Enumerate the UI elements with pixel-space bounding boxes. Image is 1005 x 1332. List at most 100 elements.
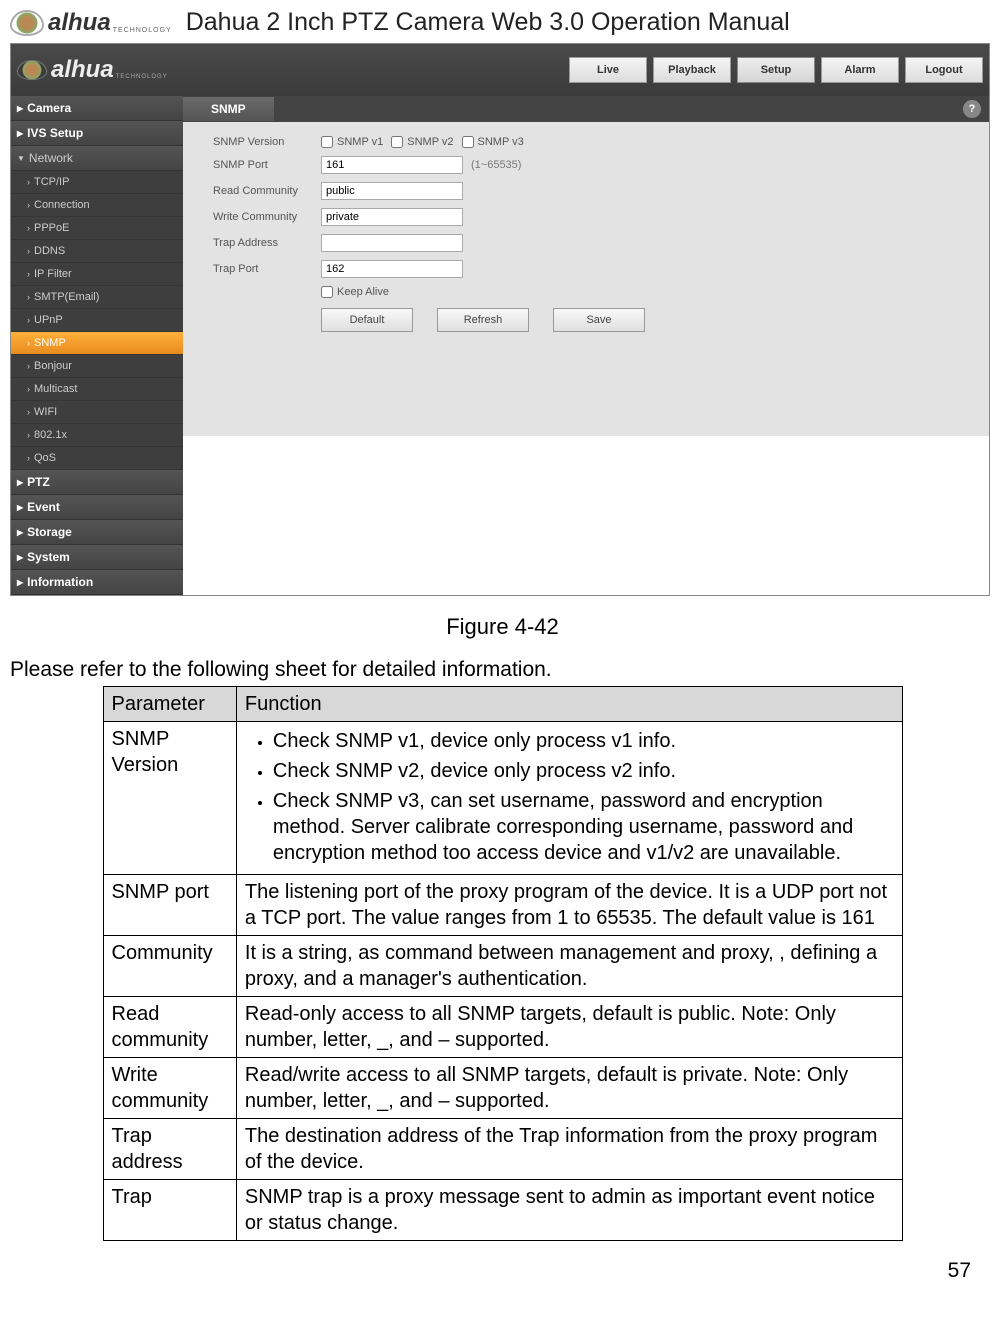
- sidebar-item-qos[interactable]: ›QoS: [11, 447, 183, 470]
- tab-live[interactable]: Live: [569, 57, 647, 83]
- triangle-icon: ▶: [17, 528, 23, 537]
- tab-setup[interactable]: Setup: [737, 57, 815, 83]
- triangle-icon: ▶: [17, 478, 23, 487]
- snmp-port-label: SNMP Port: [213, 159, 321, 171]
- port-hint: (1~65535): [471, 159, 521, 171]
- sidebar-cat-information[interactable]: ▶Information: [11, 570, 183, 595]
- chevron-right-icon: ›: [27, 200, 30, 210]
- table-cell: The destination address of the Trap info…: [236, 1119, 902, 1180]
- triangle-icon: ▶: [17, 129, 23, 138]
- triangle-icon: ▶: [17, 104, 23, 113]
- table-cell: Community: [103, 936, 236, 997]
- panel-titlebar: SNMP: [183, 96, 989, 122]
- sidebar-item-ddns[interactable]: ›DDNS: [11, 240, 183, 263]
- trap-port-label: Trap Port: [213, 263, 321, 275]
- brand-logo: alhua TECHNOLOGY: [10, 9, 172, 37]
- sidebar-cat-network[interactable]: ▼Network: [11, 146, 183, 171]
- brand-subtext: TECHNOLOGY: [113, 27, 172, 34]
- sidebar-item-connection[interactable]: ›Connection: [11, 194, 183, 217]
- refresh-button[interactable]: Refresh: [437, 308, 529, 332]
- sidebar-item-smtp[interactable]: ›SMTP(Email): [11, 286, 183, 309]
- snmp-port-input[interactable]: [321, 156, 463, 174]
- brand-name: alhua: [48, 9, 111, 37]
- parameter-table: ParameterFunction SNMP VersionCheck SNMP…: [103, 686, 903, 1241]
- triangle-icon: ▶: [17, 578, 23, 587]
- triangle-down-icon: ▼: [17, 154, 25, 163]
- chevron-right-icon: ›: [27, 315, 30, 325]
- write-community-input[interactable]: [321, 208, 463, 226]
- figure-caption: Figure 4-42: [10, 614, 995, 640]
- save-button[interactable]: Save: [553, 308, 645, 332]
- read-community-input[interactable]: [321, 182, 463, 200]
- chevron-right-icon: ›: [27, 430, 30, 440]
- sidebar-cat-ivs[interactable]: ▶IVS Setup: [11, 121, 183, 146]
- chevron-right-icon: ›: [27, 223, 30, 233]
- table-cell: Trap address: [103, 1119, 236, 1180]
- app-logo: alhua TECHNOLOGY: [17, 56, 168, 84]
- chevron-right-icon: ›: [27, 338, 30, 348]
- checkbox-snmp-v1[interactable]: SNMP v1: [321, 136, 383, 148]
- sidebar-item-tcpip[interactable]: ›TCP/IP: [11, 171, 183, 194]
- table-cell: It is a string, as command between manag…: [236, 936, 902, 997]
- table-header-param: Parameter: [103, 687, 236, 722]
- sidebar-item-pppoe[interactable]: ›PPPoE: [11, 217, 183, 240]
- sidebar-item-wifi[interactable]: ›WIFI: [11, 401, 183, 424]
- sidebar-cat-storage[interactable]: ▶Storage: [11, 520, 183, 545]
- main-panel: SNMP ? SNMP Version SNMP v1 SNMP v2 SNMP…: [183, 96, 989, 595]
- doc-title: Dahua 2 Inch PTZ Camera Web 3.0 Operatio…: [186, 8, 790, 37]
- sidebar-item-multicast[interactable]: ›Multicast: [11, 378, 183, 401]
- table-cell: Read/write access to all SNMP targets, d…: [236, 1058, 902, 1119]
- table-cell: Trap: [103, 1180, 236, 1241]
- main-tabs: Live Playback Setup Alarm Logout: [569, 57, 983, 83]
- tab-alarm[interactable]: Alarm: [821, 57, 899, 83]
- chevron-right-icon: ›: [27, 453, 30, 463]
- doc-header: alhua TECHNOLOGY Dahua 2 Inch PTZ Camera…: [10, 8, 995, 37]
- chevron-right-icon: ›: [27, 177, 30, 187]
- chevron-right-icon: ›: [27, 292, 30, 302]
- intro-text: Please refer to the following sheet for …: [10, 658, 995, 682]
- chevron-right-icon: ›: [27, 407, 30, 417]
- table-cell: SNMP Version: [103, 722, 236, 875]
- chevron-right-icon: ›: [27, 269, 30, 279]
- default-button[interactable]: Default: [321, 308, 413, 332]
- chevron-right-icon: ›: [27, 384, 30, 394]
- checkbox-snmp-v3[interactable]: SNMP v3: [462, 136, 524, 148]
- tab-playback[interactable]: Playback: [653, 57, 731, 83]
- sidebar-item-bonjour[interactable]: ›Bonjour: [11, 355, 183, 378]
- sidebar-cat-camera[interactable]: ▶Camera: [11, 96, 183, 121]
- panel-title: SNMP: [183, 97, 274, 121]
- sidebar-item-8021x[interactable]: ›802.1x: [11, 424, 183, 447]
- table-header-func: Function: [236, 687, 902, 722]
- chevron-right-icon: ›: [27, 361, 30, 371]
- panel-content: SNMP Version SNMP v1 SNMP v2 SNMP v3 SNM…: [183, 122, 989, 436]
- table-cell: Read community: [103, 997, 236, 1058]
- table-cell: SNMP trap is a proxy message sent to adm…: [236, 1180, 902, 1241]
- sidebar-cat-ptz[interactable]: ▶PTZ: [11, 470, 183, 495]
- trap-address-input[interactable]: [321, 234, 463, 252]
- checkbox-keep-alive[interactable]: Keep Alive: [321, 286, 389, 298]
- write-community-label: Write Community: [213, 211, 321, 223]
- table-cell: Write community: [103, 1058, 236, 1119]
- table-cell: The listening port of the proxy program …: [236, 875, 902, 936]
- page-number: 57: [10, 1259, 971, 1283]
- sidebar-item-ipfilter[interactable]: ›IP Filter: [11, 263, 183, 286]
- topbar: alhua TECHNOLOGY Live Playback Setup Ala…: [11, 44, 989, 96]
- sidebar-item-snmp[interactable]: ›SNMP: [11, 332, 183, 355]
- table-cell: Check SNMP v1, device only process v1 in…: [236, 722, 902, 875]
- triangle-icon: ▶: [17, 503, 23, 512]
- tab-logout[interactable]: Logout: [905, 57, 983, 83]
- help-icon[interactable]: ?: [963, 100, 981, 118]
- chevron-right-icon: ›: [27, 246, 30, 256]
- checkbox-snmp-v2[interactable]: SNMP v2: [391, 136, 453, 148]
- read-community-label: Read Community: [213, 185, 321, 197]
- ui-screenshot: alhua TECHNOLOGY Live Playback Setup Ala…: [10, 43, 990, 596]
- table-cell: SNMP port: [103, 875, 236, 936]
- sidebar-cat-system[interactable]: ▶System: [11, 545, 183, 570]
- sidebar: ▶Camera ▶IVS Setup ▼Network ›TCP/IP ›Con…: [11, 96, 183, 595]
- table-cell: Read-only access to all SNMP targets, de…: [236, 997, 902, 1058]
- snmp-version-label: SNMP Version: [213, 136, 321, 148]
- sidebar-cat-event[interactable]: ▶Event: [11, 495, 183, 520]
- trap-port-input[interactable]: [321, 260, 463, 278]
- sidebar-item-upnp[interactable]: ›UPnP: [11, 309, 183, 332]
- trap-address-label: Trap Address: [213, 237, 321, 249]
